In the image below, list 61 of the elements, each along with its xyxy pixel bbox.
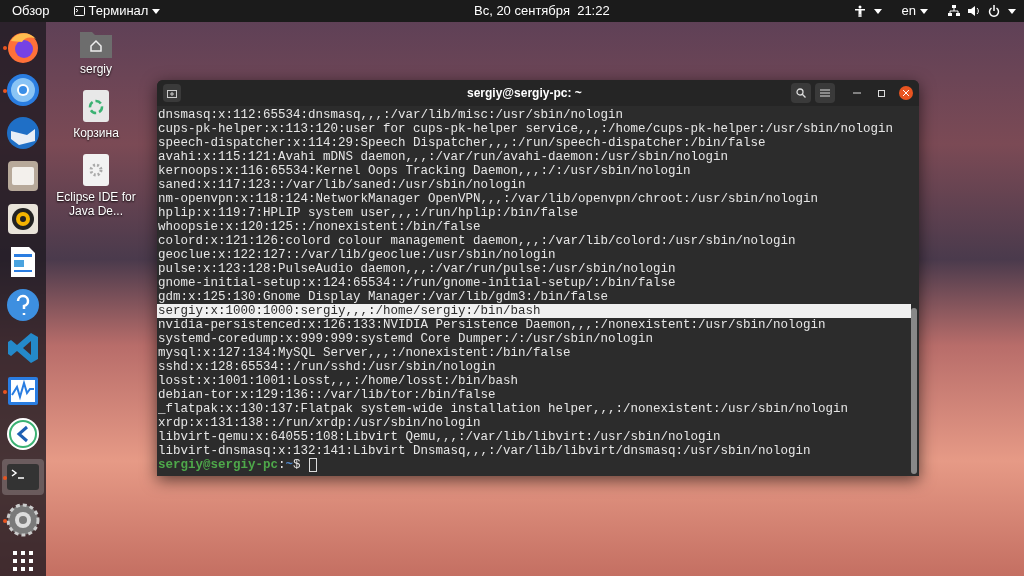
prompt-separator: : bbox=[278, 458, 286, 472]
close-icon bbox=[903, 90, 909, 96]
output-line: systemd-coredump:x:999:999:systemd Core Dumper:/:/usr/sbin/nologin bbox=[157, 332, 655, 346]
prompt-user-host: sergiy@sergiy-pc bbox=[158, 458, 279, 472]
running-indicator bbox=[3, 476, 7, 480]
running-indicator bbox=[3, 89, 7, 93]
output-line: colord:x:121:126:colord colour management daemon,,,:/var/lib/colord:/usr/sbin/nologin bbox=[157, 234, 797, 248]
prompt-symbol: $ bbox=[293, 458, 301, 472]
output-line: xrdp:x:131:138::/run/xrdp:/usr/sbin/nologin bbox=[157, 416, 482, 430]
output-line: saned:x:117:123::/var/lib/saned:/usr/sbin/nologin bbox=[157, 178, 527, 192]
minimize-icon bbox=[853, 92, 861, 94]
output-line: geoclue:x:122:127::/var/lib/geoclue:/usr/sbin/nologin bbox=[157, 248, 557, 262]
text-cursor bbox=[308, 458, 317, 472]
output-line: cups-pk-helper:x:113:120:user for cups-pk-helper service,,,:/home/cups-pk-helper:/usr/sbin/nologin bbox=[157, 122, 895, 136]
language-selector[interactable]: en bbox=[901, 1, 928, 21]
volume-icon[interactable] bbox=[968, 5, 980, 17]
output-line: losst:x:1001:1001:Losst,,,:/home/losst:/bin/bash bbox=[157, 374, 520, 388]
search-button[interactable] bbox=[791, 83, 811, 103]
output-line: gdm:x:125:130:Gnome Display Manager:/var/lib/gdm3:/bin/false bbox=[157, 290, 610, 304]
app-grid-icon[interactable] bbox=[11, 548, 35, 573]
network-icon[interactable] bbox=[948, 5, 960, 17]
search-icon bbox=[796, 88, 806, 98]
output-line: libvirt-qemu:x:64055:108:Libvirt Qemu,,,:/var/lib/libvirt:/usr/sbin/nologin bbox=[157, 430, 722, 444]
close-button[interactable] bbox=[899, 86, 913, 100]
output-line: gnome-initial-setup:x:124:65534::/run/gnome-initial-setup/:/bin/false bbox=[157, 276, 677, 290]
activities-button[interactable]: Обзор bbox=[8, 1, 54, 21]
power-icon[interactable] bbox=[988, 5, 1000, 17]
output-line: pulse:x:123:128:PulseAudio daemon,,,:/var/run/pulse:/usr/sbin/nologin bbox=[157, 262, 677, 276]
accessibility-icon[interactable] bbox=[853, 5, 866, 17]
running-indicator bbox=[3, 519, 7, 523]
running-indicator bbox=[3, 46, 7, 50]
clock[interactable]: Вс, 20 сентября 21:22 bbox=[474, 1, 610, 21]
caret-icon bbox=[873, 8, 882, 14]
window-title: sergiy@sergiy-pc: ~ bbox=[467, 85, 582, 102]
running-indicator bbox=[3, 390, 7, 394]
output-line: dnsmasq:x:112:65534:dnsmasq,,,:/var/lib/misc:/usr/sbin/nologin bbox=[157, 108, 625, 122]
output-line: libvirt-dnsmasq:x:132:141:Libvirt Dnsmasq,,,:/var/lib/libvirt/dnsmasq:/usr/sbin/nologin bbox=[157, 444, 812, 458]
caret-icon bbox=[152, 8, 161, 14]
prompt-path: ~ bbox=[285, 458, 294, 472]
desktop-icon-label[interactable]: Eclipse IDE for Java De... bbox=[51, 190, 141, 218]
output-line: debian-tor:x:129:136::/var/lib/tor:/bin/false bbox=[157, 388, 497, 402]
output-line: whoopsie:x:120:125::/nonexistent:/bin/false bbox=[157, 220, 482, 234]
output-line: sshd:x:128:65534::/run/sshd:/usr/sbin/nologin bbox=[157, 360, 497, 374]
terminal-small-icon bbox=[73, 6, 85, 16]
new-tab-button[interactable] bbox=[163, 84, 181, 102]
app-menu[interactable]: Терминал bbox=[73, 1, 161, 21]
menu-button[interactable] bbox=[815, 83, 835, 103]
maximize-icon bbox=[877, 89, 885, 97]
caret-icon bbox=[1008, 8, 1016, 14]
caret-icon bbox=[920, 8, 928, 14]
output-line: kernoops:x:116:65534:Kernel Oops Tracking Daemon,,,:/:/usr/sbin/nologin bbox=[157, 164, 692, 178]
menu-icon bbox=[820, 89, 830, 97]
output-line: hplip:x:119:7:HPLIP system user,,,:/run/hplip:/bin/false bbox=[157, 206, 580, 220]
desktop-icon-label[interactable]: sergiy bbox=[80, 62, 112, 76]
output-line: nvidia-persistenced:x:126:133:NVIDIA Persistence Daemon,,,:/nonexistent:/usr/sbin/nologin bbox=[157, 318, 827, 332]
output-line: _flatpak:x:130:137:Flatpak system-wide installation helper,,,:/nonexistent:/usr/sbin/nologin bbox=[157, 402, 850, 416]
desktop-icon-label[interactable]: Корзина bbox=[73, 126, 119, 140]
output-line: nm-openvpn:x:118:124:NetworkManager OpenVPN,,,:/var/lib/openvpn/chroot:/usr/sbin/nologin bbox=[157, 192, 820, 206]
output-line: avahi:x:115:121:Avahi mDNS daemon,,,:/var/run/avahi-daemon:/usr/sbin/nologin bbox=[157, 150, 730, 164]
output-line: mysql:x:127:134:MySQL Server,,,:/nonexistent:/bin/false bbox=[157, 346, 572, 360]
output-line: speech-dispatcher:x:114:29:Speech Dispatcher,,,:/run/speech-dispatcher:/bin/false bbox=[157, 136, 767, 150]
